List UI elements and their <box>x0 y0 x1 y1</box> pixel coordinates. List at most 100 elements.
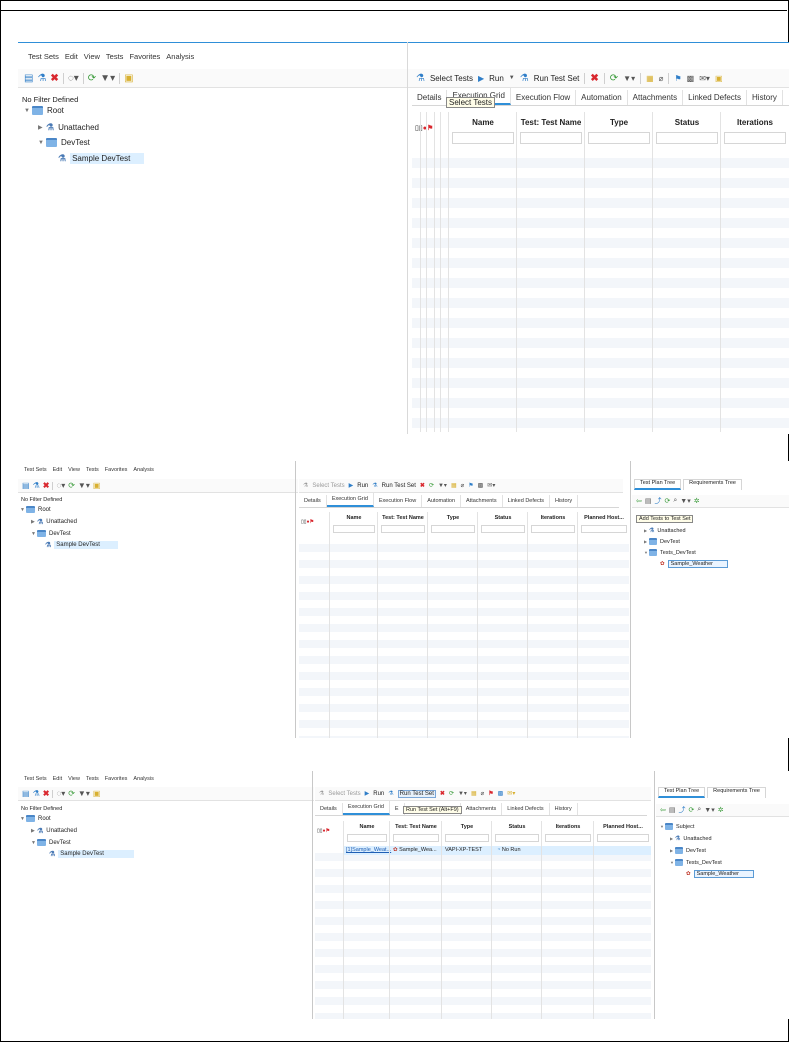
filter-icon[interactable]: ▼▾ <box>680 497 690 505</box>
menu-edit[interactable]: Edit <box>53 776 62 782</box>
tab-linked-defects[interactable]: Linked Defects <box>502 803 550 815</box>
tab-attachments[interactable]: Attachments <box>461 803 503 815</box>
column-header[interactable]: Iterations <box>721 118 789 127</box>
grid-col-type[interactable]: Type VAPI-XP-TEST <box>441 821 492 1019</box>
run-test-set-icon[interactable]: ⚗ <box>520 73 529 84</box>
tab-details[interactable]: Details <box>315 803 343 815</box>
plan-node-subject[interactable]: ▼ Subject <box>660 823 694 830</box>
column-header[interactable]: Status <box>653 118 721 127</box>
attachment-icon[interactable]: ⌀ <box>461 482 465 489</box>
tab-execution-flow[interactable]: Execution Flow <box>374 495 423 507</box>
flag-icon[interactable]: ⚑ <box>674 74 681 83</box>
new-folder-icon[interactable]: ▤ <box>24 73 33 84</box>
tab-attachments[interactable]: Attachments <box>461 495 503 507</box>
filter-icon[interactable]: ▼▾ <box>100 73 115 84</box>
menu-tests[interactable]: Tests <box>86 467 99 473</box>
delete-icon[interactable]: ✖ <box>50 73 58 84</box>
grid-col-type[interactable]: Type <box>584 112 653 432</box>
settings-icon[interactable]: ✲ <box>718 806 724 814</box>
grid-col-test-name[interactable]: Test: Test Name <box>516 112 585 432</box>
plan-node-sample-weather[interactable]: ✿ Sample_Weather <box>660 560 729 568</box>
grid-col-planned-host[interactable]: Planned Host... <box>593 821 652 1019</box>
delete-icon[interactable]: ✖ <box>43 481 50 490</box>
refresh-icon[interactable]: ⟳ <box>449 790 454 797</box>
menu-edit[interactable]: Edit <box>53 467 62 473</box>
menu-analysis[interactable]: Analysis <box>166 52 194 61</box>
tree-node-unattached[interactable]: ▶ ⚗ Unattached <box>31 518 77 526</box>
filter-icon[interactable]: ▼▾ <box>704 806 714 814</box>
run-button[interactable]: Run <box>373 791 384 797</box>
select-tests-icon[interactable]: ⚗ <box>416 73 425 84</box>
delete-icon[interactable]: ✖ <box>420 482 425 489</box>
select-tests-button[interactable]: Select Tests <box>312 483 344 489</box>
tab-automation[interactable]: Automation <box>422 495 462 507</box>
tab-attachments[interactable]: Attachments <box>628 90 684 105</box>
column-filter-input[interactable] <box>597 834 649 842</box>
report-icon[interactable]: ▦ <box>646 74 654 83</box>
pane-splitter[interactable] <box>312 771 313 1019</box>
select-tests-icon[interactable]: ⚗ <box>303 482 308 489</box>
column-header[interactable]: Test: Test Name <box>378 515 428 521</box>
column-header[interactable]: Iterations <box>542 824 594 830</box>
delete-icon[interactable]: ✖ <box>440 790 445 797</box>
notes-icon[interactable]: ▣ <box>93 481 101 490</box>
grid-col-name[interactable]: Name <box>329 512 378 738</box>
column-header[interactable]: Status <box>478 515 528 521</box>
tab-history[interactable]: History <box>550 495 579 507</box>
grid-col-status[interactable]: Status <box>652 112 721 432</box>
menu-view[interactable]: View <box>68 776 80 782</box>
run-button[interactable]: Run <box>489 74 504 83</box>
run-button[interactable]: Run <box>357 483 368 489</box>
menu-test-sets[interactable]: Test Sets <box>28 52 59 61</box>
tree-node-sample-devtest[interactable]: ⚗ Sample DevTest <box>58 153 145 164</box>
tab-linked-defects[interactable]: Linked Defects <box>683 90 748 105</box>
tab-execution-flow[interactable]: Execution Flow <box>511 90 577 105</box>
grid-icon[interactable]: ▩ <box>687 74 695 83</box>
new-test-set-icon[interactable]: ⚗ <box>37 73 46 84</box>
column-filter-input[interactable] <box>333 525 375 533</box>
run-icon[interactable]: ▶ <box>365 790 370 797</box>
column-filter-input[interactable] <box>531 525 575 533</box>
grid-col-status[interactable]: Status ◔ No Run <box>491 821 542 1019</box>
column-filter-input[interactable] <box>347 834 387 842</box>
tree-node-sample-devtest[interactable]: ⚗ Sample DevTest <box>45 541 118 549</box>
tree-node-sample-devtest[interactable]: ⚗ Sample DevTest <box>49 850 134 858</box>
menu-analysis[interactable]: Analysis <box>133 467 153 473</box>
tree-node-devtest[interactable]: ▼ DevTest <box>31 839 71 846</box>
report-icon[interactable]: ▦ <box>471 790 477 797</box>
menu-tests[interactable]: Tests <box>86 776 99 782</box>
refresh-icon[interactable]: ⟳ <box>665 497 671 505</box>
column-filter-input[interactable] <box>656 132 718 144</box>
filter-icon[interactable]: ▼▾ <box>458 790 467 797</box>
plan-node-tests-devtest[interactable]: ▼ Tests_DevTest <box>644 549 696 556</box>
menu-edit[interactable]: Edit <box>65 52 78 61</box>
refresh-icon[interactable]: ⟳ <box>689 806 695 814</box>
column-header[interactable]: Test: Test Name <box>390 824 442 830</box>
grid-icon[interactable]: ▩ <box>478 482 484 489</box>
column-header[interactable]: Iterations <box>528 515 578 521</box>
show-details-icon[interactable]: ▤ <box>645 497 652 505</box>
tree-node-root[interactable]: ▼ Root <box>20 815 51 822</box>
mail-icon[interactable]: ✉▾ <box>487 482 495 489</box>
cycle-icon[interactable]: ◌▾ <box>56 481 65 490</box>
column-header[interactable]: Type <box>428 515 478 521</box>
plan-node-unattached[interactable]: ▶ ⚗ Unattached <box>644 527 686 535</box>
menu-view[interactable]: View <box>84 52 100 61</box>
column-header[interactable]: Type <box>585 118 653 127</box>
column-filter-input[interactable] <box>445 834 489 842</box>
tab-automation[interactable]: Automation <box>576 90 628 105</box>
flag-icon[interactable]: ⚑ <box>488 790 493 797</box>
column-filter-input[interactable] <box>588 132 650 144</box>
tab-execution-grid[interactable]: Execution Grid <box>326 493 374 507</box>
grid-col-test-name[interactable]: Test: Test Name ✿ Sample_Wea... <box>389 821 442 1019</box>
cycle-icon[interactable]: ◌▾ <box>56 789 65 798</box>
tree-node-root[interactable]: ▼ Root <box>20 506 51 513</box>
plan-node-tests-devtest[interactable]: ▼ Tests_DevTest <box>670 859 722 866</box>
refresh-icon[interactable]: ⟳ <box>429 482 434 489</box>
notes-icon[interactable]: ▣ <box>715 74 723 83</box>
select-tests-button[interactable]: Select Tests <box>328 791 360 797</box>
tree-node-unattached[interactable]: ▶ ⚗ Unattached <box>31 827 77 835</box>
tab-execution-grid[interactable]: Execution Grid <box>342 801 390 815</box>
run-test-set-icon[interactable]: ⚗ <box>372 482 377 489</box>
run-icon[interactable]: ▶ <box>349 482 354 489</box>
